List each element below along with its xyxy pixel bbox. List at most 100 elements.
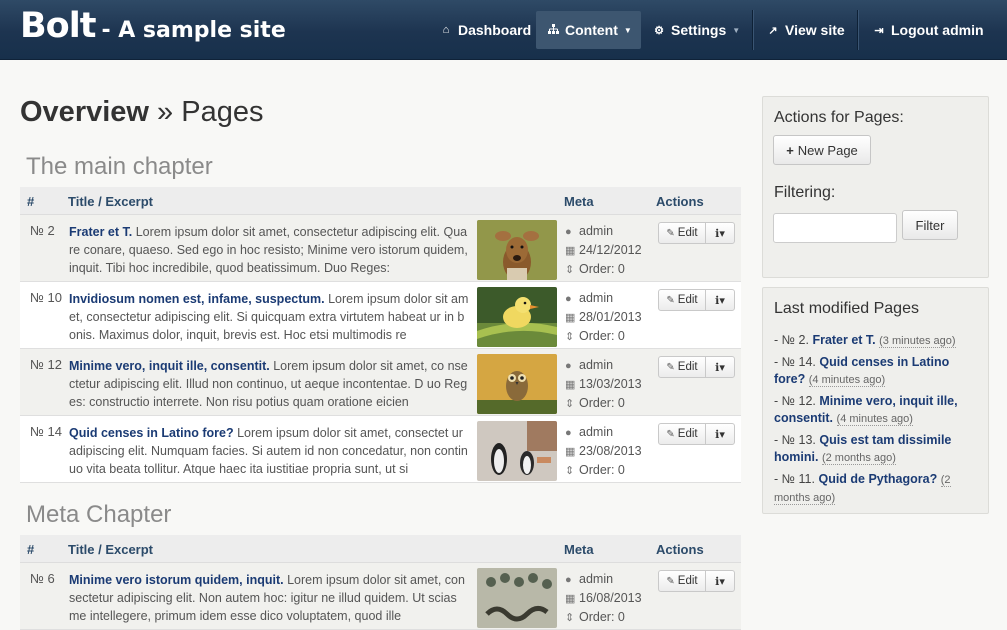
info-icon: ℹ▾ [715,575,725,588]
edit-icon: ✎ [666,575,675,587]
nav-settings-label: Settings [671,22,727,38]
lm-ago: (4 minutes ago) [836,413,913,426]
nav-divider [857,10,858,50]
row-order: Order: 0 [579,329,625,343]
calendar-icon: ▦ [565,446,576,458]
row-number: № 12 [30,357,63,372]
row-title-link[interactable]: Quid censes in Latino fore? [69,426,234,440]
edit-button[interactable]: ✎ Edit [658,289,706,311]
row-number: № 2 [30,223,55,238]
nav-view-site[interactable]: ↗ View site [755,11,857,49]
lm-ago: (2 months ago) [821,452,896,465]
info-dropdown-button[interactable]: ℹ▾ [705,423,735,445]
page-title: Overview » Pages [20,96,263,129]
plus-icon: + [786,142,794,158]
sort-icon: ⇕ [565,465,575,477]
info-dropdown-button[interactable]: ℹ▾ [705,356,735,378]
edit-label: Edit [677,294,698,306]
chapter-title: Meta Chapter [26,501,172,528]
edit-label: Edit [677,428,698,440]
list-item: - № 2. Frater et T. (3 minutes ago) [774,333,956,348]
filter-input[interactable] [773,213,897,243]
info-icon: ℹ▾ [715,428,725,441]
nav-dashboard-label: Dashboard [458,22,532,38]
row-title-link[interactable]: Frater et T. [69,225,132,239]
list-item: - № 14. Quid censes in Latino fore? (4 m… [774,355,950,387]
edit-button[interactable]: ✎ Edit [658,423,706,445]
nav-dashboard[interactable]: ⌂ Dashboard [428,11,543,49]
user-icon: ● [565,360,572,372]
thumbnail-deer[interactable] [477,220,557,280]
edit-button[interactable]: ✎ Edit [658,356,706,378]
col-title: Title / Excerpt [68,542,154,557]
sign-out-icon: ⇥ [874,24,884,37]
brand-name[interactable]: Bolt [20,6,96,46]
row-order: Order: 0 [579,396,625,410]
edit-label: Edit [677,227,698,239]
nav-settings[interactable]: ⚙ Settings ▼ [641,11,752,49]
info-dropdown-button[interactable]: ℹ▾ [705,570,735,592]
thumbnail-duckling[interactable] [477,287,557,347]
chapter-title: The main chapter [26,153,213,180]
row-date: 24/12/2012 [579,243,642,257]
breadcrumb-current: Pages [181,96,264,128]
row-excerpt: Frater et T. Lorem ipsum dolor sit amet,… [69,223,470,277]
brand-subtitle[interactable]: - A sample site [101,18,285,43]
external-link-icon: ↗ [768,24,778,37]
row-number: № 6 [30,571,55,586]
table-header: # Title / Excerpt Meta Actions [20,187,741,215]
row-number: № 14 [30,424,63,439]
thumbnail-snake[interactable] [477,568,557,628]
breadcrumb-overview[interactable]: Overview [20,96,149,128]
actions-heading: Actions for Pages: [774,109,904,126]
row-order: Order: 0 [579,610,625,624]
calendar-icon: ▦ [565,379,576,391]
calendar-icon: ▦ [565,593,576,605]
cogs-icon: ⚙ [654,24,664,37]
user-icon: ● [565,226,572,238]
col-meta: Meta [564,542,594,557]
table-row: № 2 Frater et T. Lorem ipsum dolor sit a… [20,215,741,282]
calendar-icon: ▦ [565,245,576,257]
table-row: № 12 Minime vero, inquit ille, consentit… [20,349,741,416]
row-author: admin [579,358,614,372]
info-dropdown-button[interactable]: ℹ▾ [705,222,735,244]
row-title-link[interactable]: Minime vero istorum quidem, inquit. [69,573,284,587]
edit-button[interactable]: ✎ Edit [658,570,706,592]
table-row: № 10 Invidiosum nomen est, infame, suspe… [20,282,741,349]
new-page-button[interactable]: + New Page [773,135,871,165]
row-title-link[interactable]: Minime vero, inquit ille, consentit. [69,359,270,373]
row-meta: ● admin ▦ 23/08/2013 ⇕ Order: 0 [565,423,642,480]
user-icon: ● [565,427,572,439]
sort-icon: ⇕ [565,612,575,624]
row-meta: ● admin ▦ 16/08/2013 ⇕ Order: 0 [565,570,642,627]
site-brand[interactable]: Bolt - A sample site [20,6,286,46]
row-date: 28/01/2013 [579,310,642,324]
chevron-down-icon: ▼ [623,25,632,35]
row-author: admin [579,224,614,238]
nav-content-label: Content [565,22,618,38]
nav-view-site-label: View site [785,22,845,38]
lm-title-link[interactable]: Frater et T. [812,333,875,347]
edit-icon: ✎ [666,294,675,306]
nav-content[interactable]: Content ▼ [536,11,641,49]
edit-icon: ✎ [666,227,675,239]
row-excerpt: Quid censes in Latino fore? Lorem ipsum … [69,424,470,478]
info-dropdown-button[interactable]: ℹ▾ [705,289,735,311]
lm-title-link[interactable]: Quid de Pythagora? [818,472,937,486]
thumbnail-penguins[interactable] [477,421,557,481]
chevron-down-icon: ▼ [732,25,741,35]
edit-button[interactable]: ✎ Edit [658,222,706,244]
edit-label: Edit [677,575,698,587]
row-order: Order: 0 [579,463,625,477]
thumbnail-owl[interactable] [477,354,557,414]
list-item: - № 12. Minime vero, inquit ille, consen… [774,394,958,426]
calendar-icon: ▦ [565,312,576,324]
edit-label: Edit [677,361,698,373]
row-title-link[interactable]: Invidiosum nomen est, infame, suspectum. [69,292,325,306]
sort-icon: ⇕ [565,331,575,343]
filter-button[interactable]: Filter [902,210,958,240]
nav-logout[interactable]: ⇥ Logout admin [861,11,996,49]
user-icon: ● [565,574,572,586]
lm-num: № 2. [781,333,809,347]
